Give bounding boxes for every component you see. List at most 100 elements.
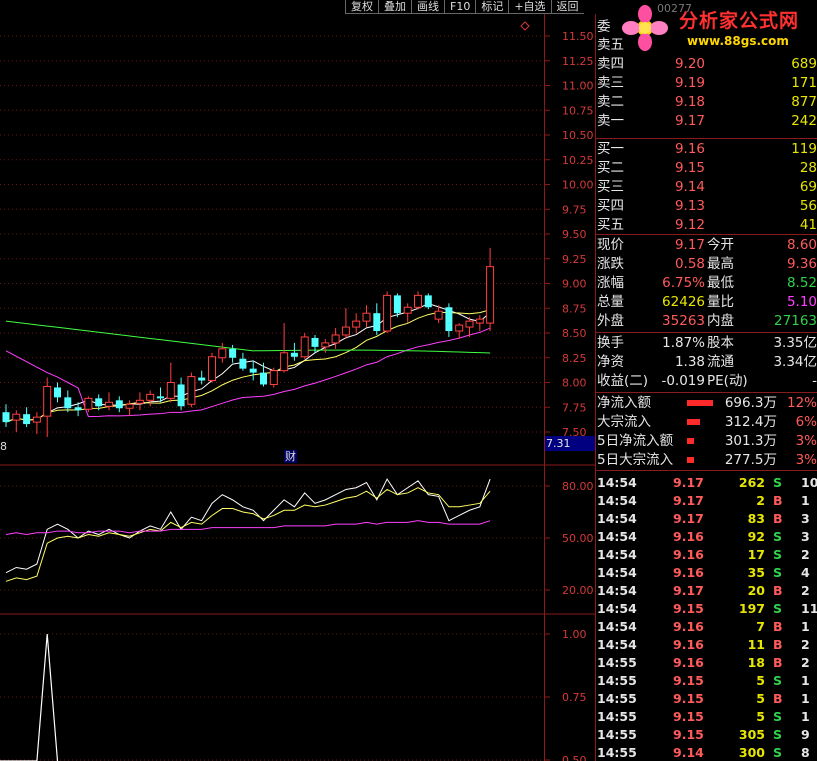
- trade-row: 14:54 9.16 7 B 1: [595, 618, 817, 636]
- finance-marker[interactable]: 财: [284, 450, 297, 463]
- quote-label: 涨幅: [597, 275, 624, 291]
- back-button[interactable]: 返回: [550, 0, 584, 14]
- price-tick-label: 11.50: [562, 30, 594, 43]
- stats-value: 1.87%: [662, 335, 705, 351]
- bid-volume: 119: [791, 141, 817, 157]
- trade-price: 9.16: [673, 529, 704, 544]
- draw-line-button[interactable]: 画线: [411, 0, 444, 14]
- stats-label: 股本: [707, 335, 734, 351]
- left-edge-label: 8: [0, 440, 7, 453]
- trade-time: 14:54: [597, 565, 637, 580]
- trade-time: 14:55: [597, 655, 637, 670]
- trade-count: 2: [801, 583, 810, 598]
- stats-row: 换手 1.87% 股本 3.35亿: [595, 334, 817, 352]
- trade-volume: 300: [738, 745, 765, 760]
- price-tick-label: 9.25: [562, 253, 587, 266]
- indicator-1-lines: [5, 478, 491, 582]
- price-tick-label: 9.75: [562, 203, 587, 216]
- kline-chart-area[interactable]: 11.50 11.25 11.00 10.75 10.50 10.25 10.00 9.75 9…: [0, 0, 595, 761]
- add-favorite-button[interactable]: +自选: [508, 0, 551, 14]
- flow-label: 5日大宗流入: [597, 452, 674, 468]
- candle-body: [280, 352, 289, 372]
- trade-row: 14:54 9.15 197 S 11: [595, 600, 817, 618]
- trade-time: 14:54: [597, 511, 637, 526]
- ask-row: 卖三 9.19 171: [595, 74, 817, 92]
- candle-body: [414, 294, 422, 308]
- candle-body: [208, 356, 216, 382]
- candle-body: [218, 348, 227, 359]
- trade-volume: 20: [747, 583, 765, 598]
- quote-value: 27163: [774, 313, 817, 329]
- price-tick-label: 11.25: [562, 55, 594, 68]
- quote-panel: 委卖五 卖四 9.20 689 卖三 9.19 171 卖二 9.18 877 卖一 9.17 242 买…: [595, 14, 817, 761]
- money-flow-row: 5日大宗流入 277.5万 3%: [595, 451, 817, 469]
- candle-body: [64, 397, 72, 409]
- bid-label: 买一: [597, 141, 624, 157]
- bid-volume: 41: [799, 217, 817, 233]
- candle-body: [84, 397, 93, 410]
- flow-label: 大宗流入: [597, 414, 651, 430]
- stock-code-partial: 00277: [657, 2, 692, 15]
- f10-button[interactable]: F10: [444, 0, 476, 14]
- trade-count: 2: [801, 637, 810, 652]
- trade-volume: 262: [738, 475, 765, 490]
- bid-price: 9.16: [674, 141, 705, 157]
- trade-time: 14:54: [597, 475, 637, 490]
- trade-count: 1: [801, 691, 810, 706]
- candle-body: [239, 358, 247, 369]
- quote-value: 6.75%: [662, 275, 705, 291]
- trade-count: 4: [801, 565, 810, 580]
- ma10-line: [5, 309, 491, 423]
- stats-value: 1.38: [674, 354, 705, 370]
- fuquan-button[interactable]: 复权: [345, 0, 378, 14]
- candle-body: [95, 398, 103, 407]
- mark-button[interactable]: 标记: [475, 0, 509, 14]
- trade-time: 14:55: [597, 727, 637, 742]
- candle-body: [455, 324, 464, 332]
- trade-side: B: [773, 655, 783, 670]
- trade-count: 3: [801, 511, 810, 526]
- candle-body: [269, 370, 278, 385]
- trade-count: 2: [801, 655, 810, 670]
- trade-side: S: [773, 601, 783, 616]
- trade-side: S: [773, 709, 783, 724]
- flow-bar: [687, 438, 694, 444]
- divider: [595, 332, 817, 333]
- stats-label: 换手: [597, 335, 624, 351]
- trade-price: 9.16: [673, 547, 704, 562]
- trade-row: 14:54 9.17 20 B 2: [595, 582, 817, 600]
- ma5-line: [5, 303, 491, 423]
- quote-label: 内盘: [707, 313, 734, 329]
- bid-label: 买五: [597, 217, 624, 233]
- candle-body: [2, 412, 10, 423]
- trade-price: 9.15: [673, 691, 704, 706]
- money-flow-row: 净流入额 696.3万 12%: [595, 394, 817, 412]
- candle-body: [54, 387, 61, 398]
- price-tick-label: 8.25: [562, 352, 587, 365]
- ask-label: 卖四: [597, 56, 624, 72]
- trade-time: 14:55: [597, 745, 637, 760]
- bid-row: 买四 9.13 56: [595, 197, 817, 215]
- divider: [595, 138, 817, 139]
- overlay-button[interactable]: 叠加: [378, 0, 411, 14]
- candle-body: [352, 320, 361, 328]
- indicator2-tick-label: 0.75: [562, 691, 587, 704]
- candle-body: [229, 348, 237, 358]
- quote-value: 8.60: [786, 237, 817, 253]
- quote-value: 0.58: [674, 256, 705, 272]
- bid-price: 9.12: [674, 217, 705, 233]
- candle-body: [311, 337, 319, 347]
- flow-pct: 3%: [795, 452, 817, 468]
- trade-price: 9.17: [673, 511, 704, 526]
- candle-body: [300, 336, 309, 358]
- site-logo: 分析家公式网 www.88gs.com 00277: [615, 2, 817, 54]
- price-tick-label: 9.50: [562, 228, 587, 241]
- trade-side: B: [773, 619, 783, 634]
- indicator-k-line: [5, 478, 491, 574]
- candle-body: [157, 396, 164, 399]
- trade-volume: 18: [747, 655, 765, 670]
- stats-value: 3.35亿: [773, 335, 817, 351]
- trade-volume: 92: [747, 529, 765, 544]
- trade-side: B: [773, 583, 783, 598]
- candle-body: [135, 399, 144, 404]
